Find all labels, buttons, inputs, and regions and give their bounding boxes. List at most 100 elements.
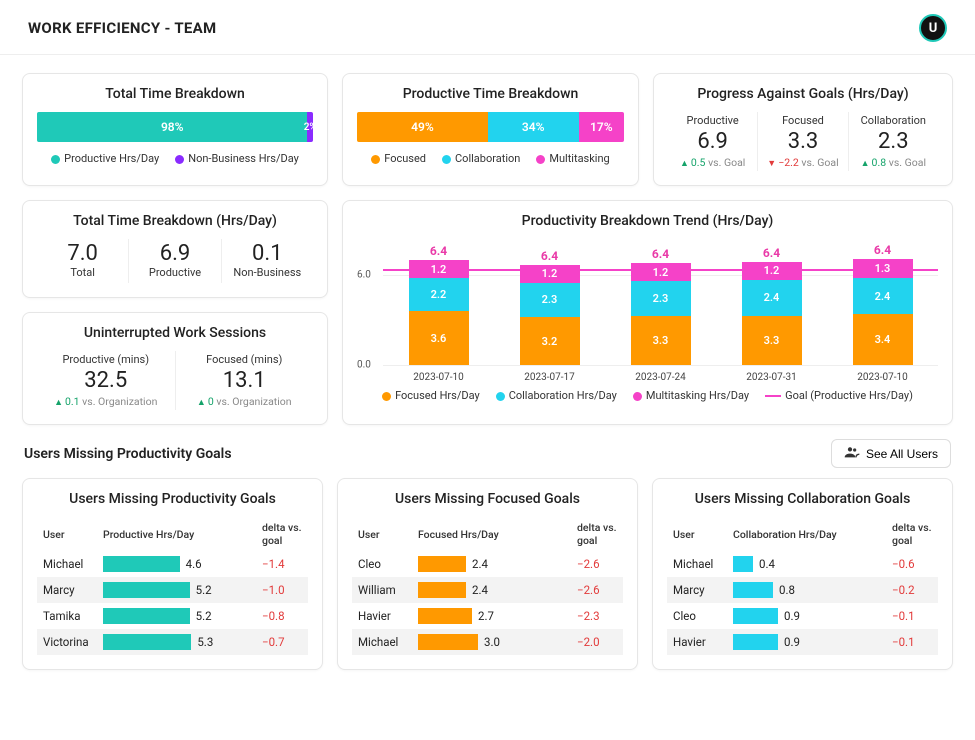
mini-bar [733, 556, 753, 572]
card-title: Total Time Breakdown [37, 86, 313, 102]
bar-segment: 34% [488, 112, 579, 142]
col-delta: delta vs. goal [886, 517, 938, 551]
cell-user: Marcy [667, 577, 727, 603]
card-title: Users Missing Focused Goals [352, 491, 623, 507]
metric: Productive (mins)32.50.1 vs. Organizatio… [37, 351, 175, 410]
mini-bar [103, 608, 190, 624]
cell-value: 5.2 [196, 609, 212, 623]
table-row: Havier0.9−0.1 [667, 629, 938, 655]
avatar[interactable]: U [919, 14, 947, 42]
bar-group: 6.43.32.31.2 [629, 247, 693, 365]
bar-segment: 3.6 [409, 311, 469, 365]
page-title: WORK EFFICIENCY - TEAM [28, 19, 216, 37]
users-icon [844, 446, 860, 461]
bar-segment: 1.2 [409, 260, 469, 278]
metric-value: 6.9 [135, 241, 214, 266]
productive-breakdown-bar: 49%34%17% [357, 112, 624, 142]
header: WORK EFFICIENCY - TEAM U [0, 0, 975, 55]
metric-label: Collaboration [855, 114, 932, 127]
bar-segment: 2.4 [853, 278, 913, 314]
metric-value: 0.1 [228, 241, 307, 266]
bar-segment: 3.3 [742, 316, 802, 366]
cell-delta: −1.0 [256, 577, 308, 603]
cell-bar: 0.4 [727, 551, 886, 577]
cell-user: William [352, 577, 412, 603]
y-tick-label: 6.0 [357, 270, 371, 281]
mini-bar [103, 556, 180, 572]
bar-segment: 1.2 [742, 262, 802, 280]
cell-value: 2.4 [472, 557, 488, 571]
metric-value: 2.3 [855, 129, 932, 154]
cell-delta: −2.3 [571, 603, 623, 629]
table-row: Cleo0.9−0.1 [667, 603, 938, 629]
legend-item: Goal (Productive Hrs/Day) [765, 389, 913, 402]
x-tick-label: 2023-07-31 [732, 372, 812, 383]
row-1: Total Time Breakdown 98%2% Productive Hr… [22, 73, 953, 186]
see-all-users-button[interactable]: See All Users [831, 439, 951, 468]
legend-dot-icon [442, 155, 451, 164]
col-user: User [352, 517, 412, 551]
metric-delta: 0.8 vs. Goal [855, 156, 932, 169]
cell-value: 2.7 [478, 609, 494, 623]
y-tick-label: 0.0 [357, 360, 371, 371]
mini-bar [418, 634, 478, 650]
cell-value: 0.9 [784, 635, 800, 649]
cell-user: Tamika [37, 603, 97, 629]
bar-segment: 49% [357, 112, 488, 142]
cell-bar: 3.0 [412, 629, 571, 655]
bar-total-label: 6.4 [763, 246, 780, 260]
cell-user: Cleo [667, 603, 727, 629]
x-tick-label: 2023-07-10 [843, 372, 923, 383]
bar-total-label: 6.4 [874, 243, 891, 257]
total-hrs-metrics: 7.0Total6.9Productive0.1Non-Business [37, 239, 313, 283]
cell-user: Cleo [352, 551, 412, 577]
card-total-breakdown: Total Time Breakdown 98%2% Productive Hr… [22, 73, 328, 186]
cell-user: Havier [352, 603, 412, 629]
mini-bar [418, 608, 472, 624]
bar-segment: 2.3 [631, 281, 691, 316]
mini-bar [103, 582, 190, 598]
legend-dot-icon [536, 155, 545, 164]
row-2: Total Time Breakdown (Hrs/Day) 7.0Total6… [22, 200, 953, 425]
card-users-table: Users Missing Productivity GoalsUserProd… [22, 478, 323, 670]
bar-segment: 1.2 [520, 265, 580, 283]
metric: Focused (mins)13.10 vs. Organization [175, 351, 314, 410]
metric-label: Non-Business [228, 266, 307, 279]
trend-barchart: 0.06.06.43.62.21.26.43.22.31.26.43.32.31… [357, 239, 938, 379]
cell-value: 2.4 [472, 583, 488, 597]
cell-bar: 5.3 [97, 629, 256, 655]
legend-item: Focused Hrs/Day [382, 389, 480, 402]
metric-value: 6.9 [674, 129, 751, 154]
bar-segment: 17% [579, 112, 624, 142]
bar-total-label: 6.4 [652, 247, 669, 261]
users-table: UserFocused Hrs/Daydelta vs. goalCleo2.4… [352, 517, 623, 655]
card-sessions: Uninterrupted Work Sessions Productive (… [22, 312, 328, 425]
legend-item: Productive Hrs/Day [51, 152, 159, 165]
bar-group: 6.43.32.41.2 [740, 246, 804, 366]
cell-value: 5.3 [197, 635, 213, 649]
metric-label: Productive [674, 114, 751, 127]
legend-item: Collaboration [442, 152, 520, 165]
col-user: User [37, 517, 97, 551]
x-tick-label: 2023-07-17 [510, 372, 590, 383]
bar-segment: 3.3 [631, 316, 691, 366]
table-row: Michael0.4−0.6 [667, 551, 938, 577]
cell-delta: −2.0 [571, 629, 623, 655]
section-heading: Users Missing Productivity Goals [24, 446, 232, 462]
table-row: Havier 2.7 −2.3 [352, 603, 623, 629]
legend-dot-icon [175, 155, 184, 164]
mini-bar [733, 634, 778, 650]
productive-breakdown-legend: FocusedCollaborationMultitasking [357, 152, 624, 165]
metric: Focused3.3−2.2 vs. Goal [757, 112, 847, 171]
mini-bar [733, 582, 773, 598]
metric-label: Productive (mins) [43, 353, 169, 366]
legend-item: Multitasking Hrs/Day [633, 389, 749, 402]
cell-bar: 2.4 [412, 551, 571, 577]
mini-bar [418, 556, 466, 572]
cell-value: 0.8 [779, 583, 795, 597]
table-row: William2.4−2.6 [352, 577, 623, 603]
cell-delta: −0.8 [256, 603, 308, 629]
mini-bar [103, 634, 191, 650]
table-row: Cleo2.4−2.6 [352, 551, 623, 577]
x-tick-label: 2023-07-24 [621, 372, 701, 383]
